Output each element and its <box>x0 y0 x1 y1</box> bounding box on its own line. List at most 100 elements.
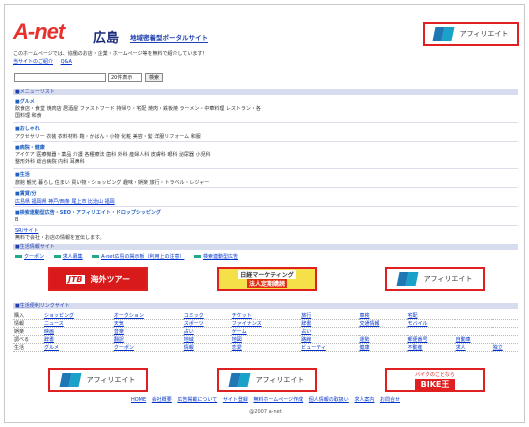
table-link[interactable]: ビューティ <box>300 343 359 352</box>
category-gourmet-items: 飲食店・食堂 焼肉店 居酒屋 ファストフード 持帰り・宅配 焼肉・鉄板焼 ラーメ… <box>15 106 261 119</box>
footer-link-contact[interactable]: お問合せ <box>380 397 400 403</box>
site-tagline: 地域密着型ポータルサイト <box>130 34 208 43</box>
service-link-ads[interactable]: 検索連動型広告 <box>203 254 238 260</box>
service-link-coupon[interactable]: クーポン <box>24 254 44 260</box>
jtb-tour-banner[interactable]: JTB 海外ツアー <box>48 267 148 291</box>
row-label: 購入 <box>13 312 43 320</box>
link-qa[interactable]: Q&A <box>61 59 72 65</box>
table-link[interactable]: 占い <box>300 327 359 336</box>
bike-banner-tagline: バイクのことなら <box>415 371 455 378</box>
table-link[interactable]: グルメ <box>43 343 113 352</box>
category-seo-title[interactable]: ■検索連動型広告・SEO・アフィリエイト・ドロップシッピング <box>15 209 161 216</box>
nikkei-banner[interactable]: 日経マーケティング 法人定期購読 <box>217 267 317 291</box>
service-links: クーポン 求人募集 A-net広島の掲示板（利用上の注意） 検索連動型広告 <box>15 253 238 260</box>
bike-king-banner[interactable]: バイクのことなら BIKE王 <box>385 368 485 392</box>
sr-site-text: 無料で会社・お店の情報を宣伝します。 <box>15 235 105 241</box>
affiliate-label: アフィリエイト <box>255 376 305 384</box>
bullet-icon <box>15 255 22 258</box>
table-link[interactable]: 情報 <box>182 343 231 352</box>
affiliate-banner-mid[interactable]: アフィリエイト <box>385 267 485 291</box>
category-fashion-items: アクセサリー 衣装 衣料材料 鞄・かばん・小物 化粧 美容・髪 洋服リフォーム … <box>15 134 201 140</box>
affiliate-logo-icon <box>228 373 251 387</box>
table-row: 娯楽 映画 音楽 占い ゲーム 占い <box>13 327 518 336</box>
category-fashion-title[interactable]: ■おしゃれ <box>15 125 40 132</box>
site-logo[interactable]: A-net <box>13 19 65 45</box>
table-link[interactable]: 宅配 <box>406 312 455 320</box>
table-link[interactable]: 運勢 <box>358 335 407 344</box>
table-link[interactable]: スポーツ <box>182 319 231 328</box>
table-row: 情報 ニュース 天気 スポーツ ファイナンス 辞書 交通情報 モバイル <box>13 319 518 328</box>
footer-link-free-hp[interactable]: 無料ホームページ作成 <box>253 397 303 403</box>
table-link[interactable]: 独立 <box>491 343 518 352</box>
table-link[interactable]: 求人 <box>454 343 492 352</box>
link-about[interactable]: 当サイトのご紹介 <box>13 59 53 65</box>
results-count-select[interactable]: 20件表示 <box>108 73 142 82</box>
category-health-items: アイケア 医療機器・薬品 介護 各種療法 歯科 外科 産婦人科 皮膚科 眼科 泌… <box>15 152 211 165</box>
table-link[interactable]: ゲーム <box>230 327 301 336</box>
affiliate-banner-top[interactable]: アフィリエイト <box>423 22 519 46</box>
category-gourmet-title[interactable]: ■グルメ <box>15 98 35 105</box>
category-rental-title[interactable]: ■賃貸/分 <box>15 190 37 197</box>
table-link[interactable]: 路線 <box>300 335 359 344</box>
bullet-icon <box>92 255 100 258</box>
category-rental-items[interactable]: 広島県 福岡県 神戸/西条 尾上市 比治山 福岡 <box>15 198 115 205</box>
affiliate-logo-icon <box>432 27 455 41</box>
copyright: @2007 a-net <box>249 409 282 415</box>
table-link[interactable]: 地図 <box>230 335 301 344</box>
site-city: 広島 <box>93 31 120 46</box>
table-link[interactable]: 辞書 <box>43 335 113 344</box>
jtb-banner-text: 海外ツアー <box>90 274 131 284</box>
service-link-board[interactable]: A-net広島の掲示板（利用上の注意） <box>101 254 184 260</box>
footer-link-register[interactable]: サイト登録 <box>223 397 248 403</box>
row-label: 調べる <box>13 335 43 344</box>
table-link[interactable]: チケット <box>230 312 301 320</box>
table-link[interactable]: 映画 <box>43 327 113 336</box>
table-link[interactable]: 天気 <box>112 319 183 328</box>
table-link[interactable]: 音楽 <box>112 327 183 336</box>
row-label: 生活 <box>13 343 43 352</box>
category-life-items: 旅館 観光 暮らし 住まい 買い物・ショッピング 趣味・娯楽 旅行・トラベル・レ… <box>15 180 210 186</box>
table-link[interactable]: オークション <box>112 312 183 320</box>
page-container: A-net 広島 地域密着型ポータルサイト このホームページでは、協働のお店・企… <box>4 4 525 423</box>
divider <box>13 187 518 188</box>
sr-site-link[interactable]: SR/サイト <box>15 227 38 234</box>
nikkei-banner-title: 日経マーケティング <box>238 270 296 279</box>
search-button[interactable]: 検索 <box>145 73 163 82</box>
table-link[interactable]: 旅行 <box>300 312 359 320</box>
table-link[interactable]: クーポン <box>112 343 183 352</box>
divider <box>13 122 518 123</box>
footer-link-privacy[interactable]: 個人情報の取扱い <box>309 397 349 403</box>
link-table: 購入 ショッピング オークション コミック チケット 旅行 車検 宅配 情報 ニ… <box>13 312 518 352</box>
table-link[interactable]: 自動車 <box>454 335 492 344</box>
table-link[interactable]: 辞書 <box>300 319 359 328</box>
category-seo-items: B <box>15 217 19 223</box>
table-link[interactable]: ショッピング <box>43 312 113 320</box>
table-link[interactable]: 不動産 <box>406 343 455 352</box>
footer-link-ads[interactable]: 広告掲載について <box>177 397 217 403</box>
affiliate-banner-bottom-left[interactable]: アフィリエイト <box>48 368 148 392</box>
table-link[interactable]: 郵便番号 <box>406 335 455 344</box>
service-link-jobs[interactable]: 求人募集 <box>63 254 83 260</box>
footer-link-jobs[interactable]: 求人案内 <box>354 397 374 403</box>
table-link[interactable]: ファイナンス <box>230 319 301 328</box>
table-link[interactable]: 交通情報 <box>358 319 407 328</box>
affiliate-banner-bottom-center[interactable]: アフィリエイト <box>217 368 317 392</box>
table-link[interactable]: 地域 <box>182 335 231 344</box>
affiliate-logo-icon <box>59 373 82 387</box>
table-link[interactable]: 健康 <box>358 343 407 352</box>
table-link[interactable]: モバイル <box>406 319 455 328</box>
link-table-heading: ■生活便利リンクサイト <box>13 303 518 309</box>
divider <box>13 225 518 226</box>
table-link[interactable]: ニュース <box>43 319 113 328</box>
divider <box>13 168 518 169</box>
table-link[interactable]: 占い <box>182 327 231 336</box>
category-health-title[interactable]: ■病院・健康 <box>15 144 45 151</box>
search-input[interactable] <box>14 73 106 82</box>
footer-link-company[interactable]: 会社概要 <box>152 397 172 403</box>
table-link[interactable]: 恋愛 <box>230 343 301 352</box>
table-link[interactable]: コミック <box>182 312 231 320</box>
table-link[interactable]: 翻訳 <box>112 335 183 344</box>
table-link[interactable]: 車検 <box>358 312 407 320</box>
category-life-title[interactable]: ■生活 <box>15 171 30 178</box>
footer-link-home[interactable]: HOME <box>131 397 146 403</box>
